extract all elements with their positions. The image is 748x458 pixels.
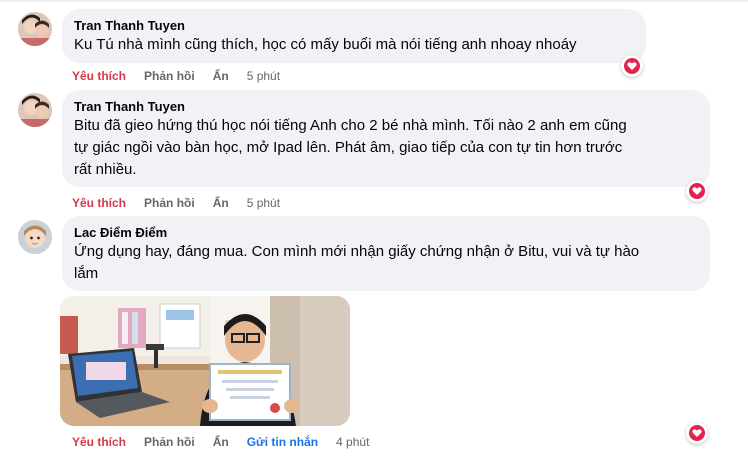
reaction-badge[interactable] [686,422,708,444]
hide-button[interactable]: Ẩn [213,69,229,83]
reply-button[interactable]: Phản hồi [144,435,195,449]
comment-text-line: tự giác ngồi vào bàn học, mở Ipad lên. P… [74,139,623,156]
comment-bubble: Tran Thanh Tuyen Bitu đã gieo hứng thú h… [62,90,710,187]
comment-author[interactable]: Lac Điểm Điểm [74,224,698,241]
top-divider [0,0,748,2]
comment-actions: Yêu thích Phản hồi Ẩn 5 phút [72,68,298,84]
like-button[interactable]: Yêu thích [72,435,126,449]
comment-time[interactable]: 5 phút [247,69,280,83]
comment-time[interactable]: 5 phút [247,196,280,210]
avatar[interactable] [18,220,52,254]
reply-button[interactable]: Phản hồi [144,69,195,83]
comment-text-line: lắm [74,265,99,282]
avatar[interactable] [18,12,52,46]
photo-image [60,296,350,426]
comment-bubble: Tran Thanh Tuyen Ku Tú nhà mình cũng thí… [62,9,646,63]
comment-text-line: Ku Tú nhà mình cũng thích, học có mấy bu… [74,36,577,53]
comment-text-line: rất nhiều. [74,161,137,178]
heart-icon [689,183,705,199]
reply-button[interactable]: Phản hồi [144,196,195,210]
comment-photo[interactable] [60,296,350,426]
comment-time[interactable]: 4 phút [336,435,369,449]
comment-author[interactable]: Tran Thanh Tuyen [74,17,634,34]
reaction-badge[interactable] [686,180,708,202]
heart-icon [624,58,640,74]
like-button[interactable]: Yêu thích [72,69,126,83]
like-button[interactable]: Yêu thích [72,196,126,210]
send-message-button[interactable]: Gửi tin nhắn [247,435,318,449]
comment-text-line: Bitu đã gieo hứng thú học nói tiếng Anh … [74,117,627,134]
avatar[interactable] [18,93,52,127]
comment-actions: Yêu thích Phản hồi Ẩn Gửi tin nhắn 4 phút [72,434,387,450]
comment-actions: Yêu thích Phản hồi Ẩn 5 phút [72,195,298,211]
reaction-badge[interactable] [621,55,643,77]
comment-author[interactable]: Tran Thanh Tuyen [74,98,698,115]
hide-button[interactable]: Ẩn [213,196,229,210]
comment-text-line: Ứng dụng hay, đáng mua. Con mình mới nhậ… [74,243,640,260]
heart-icon [689,425,705,441]
hide-button[interactable]: Ẩn [213,435,229,449]
comment-bubble: Lac Điểm Điểm Ứng dụng hay, đáng mua. Co… [62,216,710,291]
